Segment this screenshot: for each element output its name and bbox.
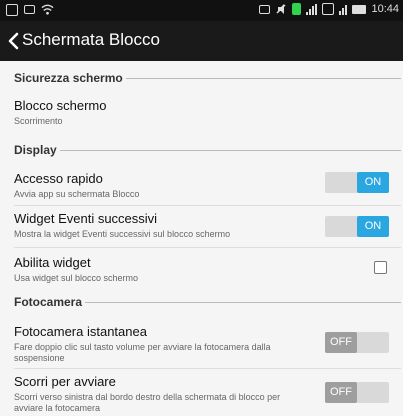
message-notification-icon [24,5,35,14]
back-arrow-icon[interactable] [5,32,23,50]
swipe-to-launch-toggle[interactable]: OFF [325,382,389,403]
clock: 10:44 [371,3,399,15]
status-bar: 10:44 [0,0,403,21]
signal-icon [306,3,318,15]
setting-subtitle: Usa widget sul blocco schermo [14,273,139,283]
action-bar: Schermata Blocco [0,21,403,61]
setting-subtitle: Scorri verso sinistra dal bordo destro d… [14,392,281,413]
status-left-icons [6,3,54,16]
notification-icon [322,3,335,15]
page-title: Schermata Blocco [22,30,160,49]
sim-icon [292,3,302,15]
setting-subtitle: Fare doppio clic sul tasto volume per av… [14,342,271,363]
divider [14,247,401,248]
divider [14,205,401,206]
toggle-knob: ON [357,216,389,237]
signal-2-icon [339,4,348,15]
enable-widget-checkbox[interactable] [374,261,387,274]
setting-subtitle: Scorrimento [14,116,63,126]
battery-icon [352,4,367,14]
vibrate-icon [259,4,271,14]
setting-screen-lock[interactable]: Blocco schermo Scorrimento [14,98,403,130]
toggle-knob: OFF [325,382,357,403]
setting-title: Abilita widget [14,255,91,270]
section-header-display: Display [14,141,401,159]
no-sound-icon [276,4,286,14]
settings-list: Sicurezza schermo Blocco schermo Scorrim… [0,61,403,416]
status-right-icons: 10:44 [259,3,399,15]
toggle-knob: OFF [325,332,357,353]
calendar-notification-icon [6,3,18,16]
section-label-security: Sicurezza schermo [14,71,126,85]
quick-access-toggle[interactable]: ON [325,172,389,193]
section-header-camera: Fotocamera [14,293,401,311]
upcoming-events-toggle[interactable]: ON [325,216,389,237]
wifi-icon [41,4,54,15]
toggle-knob: ON [357,172,389,193]
section-label-camera: Fotocamera [14,295,86,309]
setting-enable-widget[interactable]: Abilita widget Usa widget sul blocco sch… [14,255,403,289]
instant-camera-toggle[interactable]: OFF [325,332,389,353]
setting-title: Blocco schermo [14,98,107,113]
divider [14,368,401,369]
section-label-display: Display [14,143,60,157]
section-header-security: Sicurezza schermo [14,69,401,87]
